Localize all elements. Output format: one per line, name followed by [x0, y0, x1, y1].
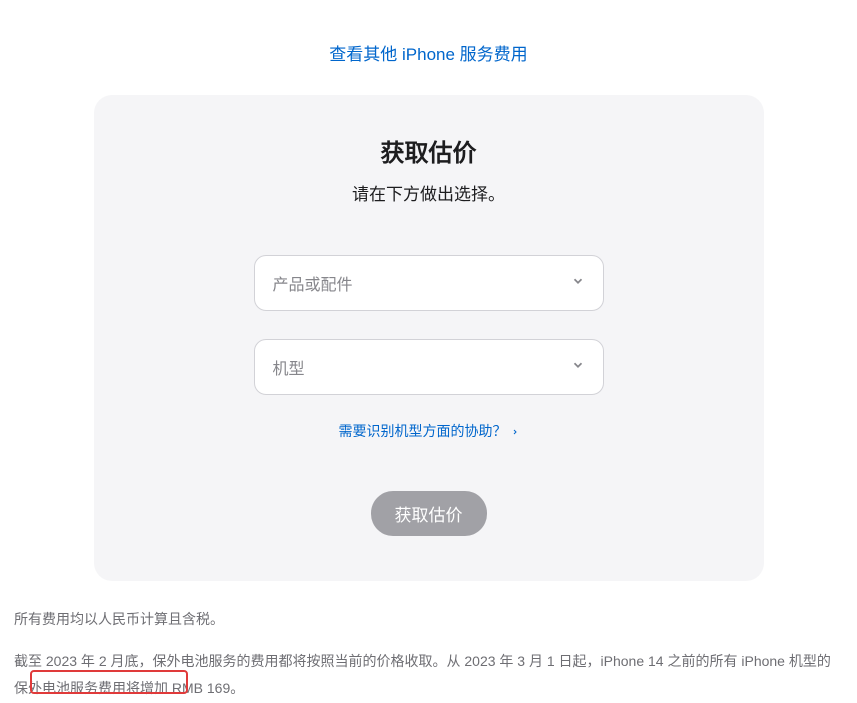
- footer-tax-note: 所有费用均以人民币计算且含税。: [14, 609, 843, 630]
- chevron-right-icon: [511, 423, 519, 439]
- footer-container: 所有费用均以人民币计算且含税。 截至 2023 年 2 月底，保外电池服务的费用…: [10, 609, 847, 701]
- chevron-down-icon: [571, 358, 585, 377]
- help-link[interactable]: 需要识别机型方面的协助？: [339, 421, 519, 441]
- card-title: 获取估价: [134, 133, 724, 168]
- other-services-link[interactable]: 查看其他 iPhone 服务费用: [329, 45, 527, 64]
- product-dropdown-placeholder: 产品或配件: [273, 271, 353, 295]
- model-dropdown[interactable]: 机型: [254, 339, 604, 395]
- product-dropdown[interactable]: 产品或配件: [254, 255, 604, 311]
- top-link-container: 查看其他 iPhone 服务费用: [10, 40, 847, 65]
- chevron-down-icon: [571, 274, 585, 293]
- card-subtitle: 请在下方做出选择。: [134, 180, 724, 205]
- footer-price-note: 截至 2023 年 2 月底，保外电池服务的费用都将按照当前的价格收取。从 20…: [14, 648, 843, 701]
- model-dropdown-placeholder: 机型: [273, 355, 305, 379]
- estimate-card: 获取估价 请在下方做出选择。 产品或配件 机型 需要识别机型方面的协助？: [94, 95, 764, 581]
- help-link-label: 需要识别机型方面的协助？: [339, 421, 507, 441]
- get-estimate-button[interactable]: 获取估价: [371, 491, 487, 536]
